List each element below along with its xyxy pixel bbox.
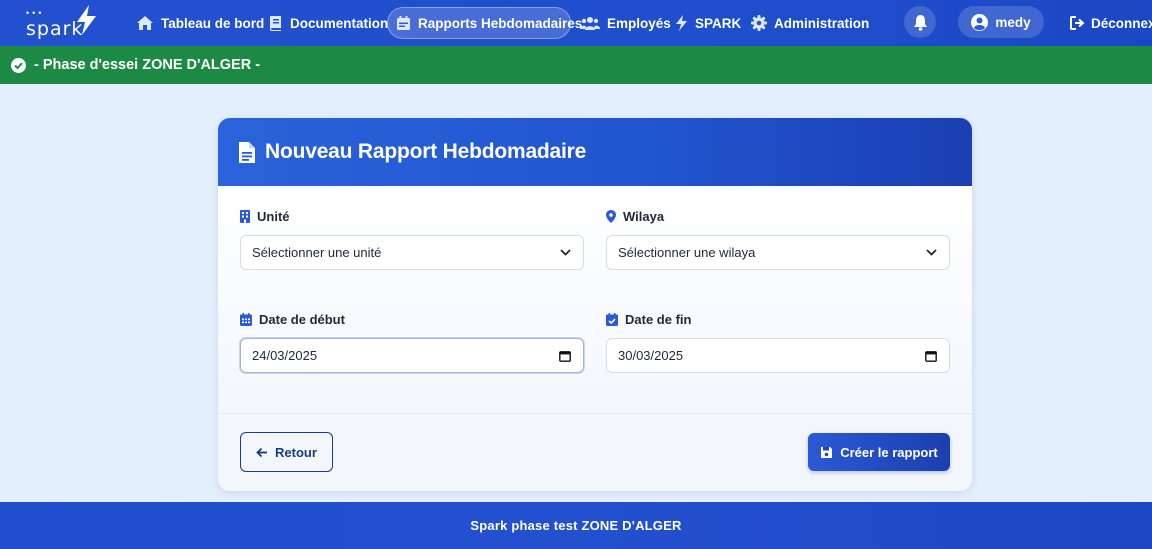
nav-item-dashboard[interactable]: Tableau de bord xyxy=(128,7,272,39)
start-date-input[interactable]: 24/03/2025 xyxy=(240,338,584,373)
phase-banner: - Phase d'essei ZONE D'ALGER - xyxy=(0,46,1152,84)
chevron-down-icon xyxy=(560,249,571,256)
home-icon xyxy=(137,16,153,30)
brand-logo[interactable]: ••• spark xyxy=(22,4,102,42)
wilaya-field: Wilaya Sélectionner une wilaya xyxy=(606,208,950,270)
form-body: Unité Sélectionner une unité Wilaya Séle… xyxy=(218,186,972,413)
footer-text: Spark phase test ZONE D'ALGER xyxy=(470,518,682,533)
form-actions: Retour Créer le rapport xyxy=(218,413,972,491)
user-menu[interactable]: medy xyxy=(958,6,1044,38)
building-icon xyxy=(240,209,250,223)
start-date-field: Date de début 24/03/2025 xyxy=(240,311,584,373)
nav-item-reports[interactable]: Rapports Hebdomadaires xyxy=(387,7,582,39)
wilaya-select[interactable]: Sélectionner une wilaya xyxy=(606,235,950,270)
start-date-label: Date de début xyxy=(240,311,584,327)
file-icon xyxy=(239,141,255,163)
nav-item-documentation[interactable]: Documentation xyxy=(261,7,396,39)
save-icon xyxy=(821,446,833,458)
date-picker-icon[interactable] xyxy=(559,350,571,362)
notifications-button[interactable] xyxy=(904,6,936,38)
nav-item-employees[interactable]: Employés xyxy=(572,7,679,39)
unit-label: Unité xyxy=(240,208,584,224)
phase-banner-text: - Phase d'essei ZONE D'ALGER - xyxy=(34,57,261,73)
nav-item-administration[interactable]: Administration xyxy=(743,7,877,39)
user-avatar-icon xyxy=(971,13,989,31)
card-header: Nouveau Rapport Hebdomadaire xyxy=(218,118,972,186)
new-report-card: Nouveau Rapport Hebdomadaire Unité Sélec… xyxy=(218,118,972,491)
unit-field: Unité Sélectionner une unité xyxy=(240,208,584,270)
book-icon xyxy=(270,16,281,31)
end-date-input[interactable]: 30/03/2025 xyxy=(606,338,950,373)
user-name: medy xyxy=(995,14,1031,30)
gear-icon xyxy=(751,15,767,31)
nav-item-spark[interactable]: SPARK xyxy=(667,7,749,39)
calendar-icon xyxy=(397,16,410,30)
wilaya-label: Wilaya xyxy=(606,208,950,224)
create-report-button[interactable]: Créer le rapport xyxy=(808,433,950,471)
unit-select[interactable]: Sélectionner une unité xyxy=(240,235,584,270)
users-icon xyxy=(580,16,600,30)
logout-icon xyxy=(1070,16,1085,30)
check-circle-icon xyxy=(11,57,26,73)
top-navbar: ••• spark Tableau de bord Documentation … xyxy=(0,0,1152,46)
chevron-down-icon xyxy=(926,249,937,256)
arrow-left-icon xyxy=(256,447,268,457)
page-title: Nouveau Rapport Hebdomadaire xyxy=(265,140,587,163)
map-pin-icon xyxy=(606,209,616,223)
date-picker-icon[interactable] xyxy=(925,350,937,362)
end-date-label: Date de fin xyxy=(606,311,950,327)
end-date-field: Date de fin 30/03/2025 xyxy=(606,311,950,373)
calendar-check-icon xyxy=(606,312,618,326)
logout-link[interactable]: Déconnexion xyxy=(1070,7,1152,39)
bell-icon xyxy=(913,14,927,31)
site-footer: Spark phase test ZONE D'ALGER xyxy=(0,502,1152,549)
bolt-icon xyxy=(676,15,687,31)
back-button[interactable]: Retour xyxy=(240,432,333,472)
calendar-grid-icon xyxy=(240,312,252,326)
bolt-logo-icon xyxy=(77,5,96,35)
